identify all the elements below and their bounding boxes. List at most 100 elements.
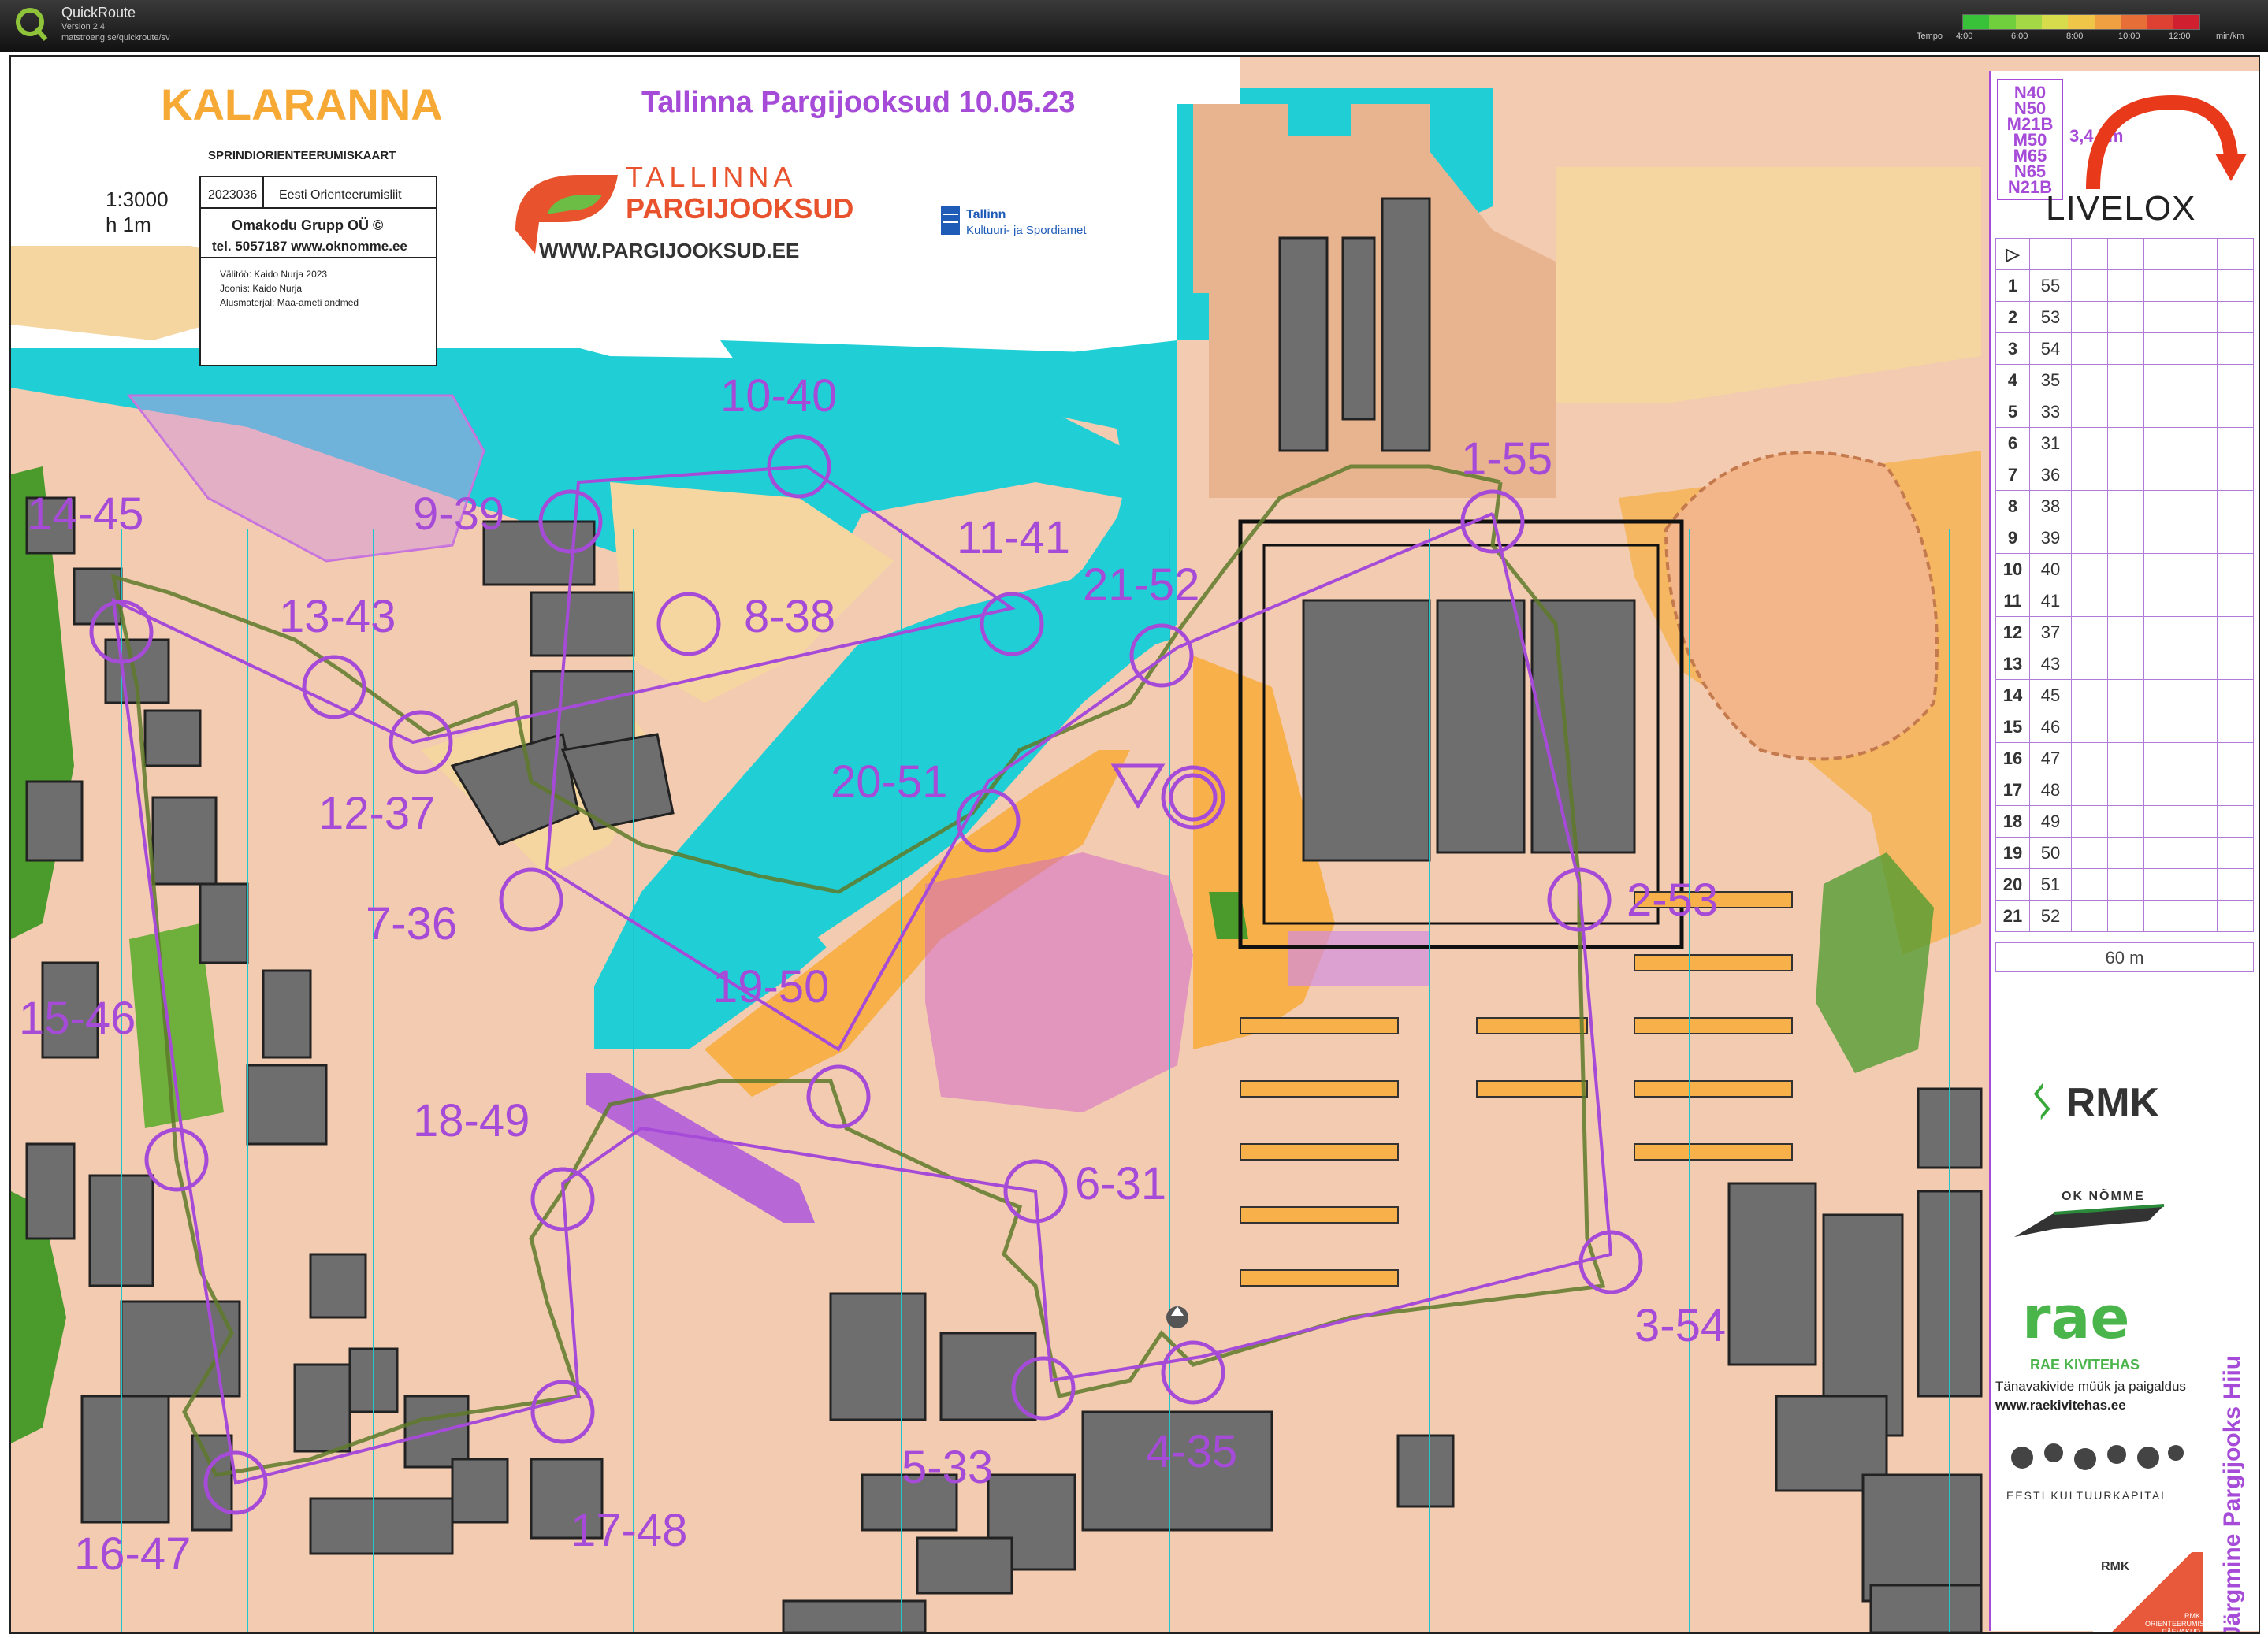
cd-code: 37 [2029, 616, 2072, 648]
cd-code: 47 [2029, 742, 2072, 774]
cd-number: 9 [1995, 522, 2030, 554]
tempo-tick: 4:00 [1956, 32, 1973, 41]
brand-top: TALLINNA [626, 161, 797, 193]
cd-start-row: ▷ [1995, 238, 2255, 270]
cd-number: 16 [1995, 742, 2030, 774]
control-label: 14-45 [27, 488, 143, 540]
control-label: 17-48 [571, 1505, 687, 1556]
rmk-small-text: RMK [2101, 1560, 2130, 1573]
cd-number: 17 [1995, 774, 2030, 806]
cd-code: 43 [2029, 648, 2072, 680]
control-label: 21-52 [1083, 559, 1199, 611]
rae-subtitle: RAE KIVITEHAS [2030, 1357, 2140, 1372]
cd-row: 6 31 [1995, 427, 2255, 459]
cd-row: 5 33 [1995, 396, 2255, 428]
cd-number: 4 [1995, 364, 2030, 396]
tempo-tick: 8:00 [2066, 32, 2084, 41]
cd-row: 13 43 [1995, 648, 2255, 680]
cd-row: 20 51 [1995, 868, 2255, 901]
start-icon: ▷ [1995, 238, 2030, 270]
kultuurkapital-text: EESTI KULTUURKAPITAL [2006, 1489, 2169, 1502]
cd-code: 38 [2029, 490, 2072, 522]
finish-row: 60 m [1995, 942, 2254, 972]
cd-row: 21 52 [1995, 900, 2255, 932]
map-scale: 1:3000 [106, 188, 169, 211]
ok-nomme-text: OK NÕMME [2062, 1190, 2145, 1203]
control-label: 12-37 [318, 788, 435, 839]
map-phone: tel. 5057187 www.oknomme.ee [212, 239, 407, 254]
next-event-text: Järgmine Pargijooks Hiiu [2219, 1354, 2245, 1634]
next-event-banner: Järgmine Pargijooks Hiiu [2219, 1300, 2251, 1634]
map-canvas[interactable]: KALARANNA SPRINDIORIENTEERUMISKAART 1:30… [11, 57, 2259, 1632]
rmk-day-text: RMK ORIENTEERUMIS PÄEVAKUD [2145, 1612, 2205, 1634]
course-classes-box: N40 N50 M21B M50 M65 N65 N21B [1997, 79, 2063, 200]
quickroute-logo-icon [16, 8, 48, 41]
control-label: 1-55 [1461, 433, 1552, 485]
cd-row: 11 41 [1995, 585, 2255, 617]
cd-row: 12 37 [1995, 616, 2255, 648]
cd-code: 48 [2029, 774, 2072, 806]
app-name: QuickRoute [61, 5, 136, 20]
cd-code: 46 [2029, 711, 2072, 743]
control-label: 18-49 [413, 1095, 530, 1146]
cd-row: 10 40 [1995, 553, 2255, 585]
brand-bottom: PARGIJOOKSUD [626, 192, 853, 225]
cd-code: 52 [2029, 900, 2072, 932]
rae-description: Tänavakivide müük ja paigaldus [1995, 1379, 2186, 1394]
rae-website: www.raekivitehas.ee [1995, 1398, 2126, 1413]
map-name: KALARANNA [161, 80, 443, 129]
orienteering-map[interactable]: KALARANNA SPRINDIORIENTEERUMISKAART 1:30… [9, 55, 2260, 1634]
cd-code: 50 [2029, 837, 2072, 869]
control-label: 10-40 [720, 370, 837, 422]
control-label: 8-38 [744, 591, 835, 642]
rmk-day-logo: RMK RMK ORIENTEERUMIS PÄEVAKUD [2093, 1552, 2205, 1634]
finish-distance: 60 m [2105, 948, 2144, 968]
cd-row: 8 38 [1995, 490, 2255, 522]
tempo-tick: 10:00 [2118, 32, 2140, 41]
cd-number: 3 [1995, 332, 2030, 365]
control-label: 6-31 [1075, 1158, 1166, 1209]
app-title-bar: QuickRoute Version 2.4 matstroeng.se/qui… [0, 0, 2268, 52]
cd-row: 17 48 [1995, 774, 2255, 806]
cd-number: 1 [1995, 269, 2030, 302]
tempo-tick: 12:00 [2169, 32, 2191, 41]
cd-code: 40 [2029, 553, 2072, 585]
cd-number: 14 [1995, 679, 2030, 711]
cd-row: 2 53 [1995, 301, 2255, 333]
cd-row: 15 46 [1995, 711, 2255, 743]
course-side-panel: N40 N50 M21B M50 M65 N65 N21B 3,4 km LIV… [1989, 71, 2259, 1634]
cd-row: 7 36 [1995, 459, 2255, 491]
cd-number: 15 [1995, 711, 2030, 743]
cd-number: 18 [1995, 805, 2030, 838]
website-text: WWW.PARGIJOOKSUD.EE [539, 239, 799, 262]
cd-row: 14 45 [1995, 679, 2255, 711]
cd-code: 53 [2029, 301, 2072, 333]
ok-nomme-logo: OK NÕMME [2006, 1190, 2180, 1245]
cd-code: 55 [2029, 269, 2072, 302]
app-url: matstroeng.se/quickroute/sv [61, 33, 170, 43]
map-credit-drawing: Joonis: Kaido Nurja [220, 283, 302, 294]
app-version: Version 2.4 [61, 22, 106, 32]
cd-code: 31 [2029, 427, 2072, 459]
cd-number: 8 [1995, 490, 2030, 522]
cd-row: 16 47 [1995, 742, 2255, 774]
cd-code: 51 [2029, 868, 2072, 901]
cd-code: 36 [2029, 459, 2072, 491]
cd-row: 4 35 [1995, 364, 2255, 396]
control-label: 2-53 [1627, 875, 1718, 926]
control-label: 13-43 [279, 591, 396, 642]
cd-row: 1 55 [1995, 269, 2255, 302]
map-federation: Eesti Orienteerumisliit [279, 188, 402, 202]
map-credit-source: Alusmaterjal: Maa-ameti andmed [220, 297, 359, 308]
control-label: 16-47 [74, 1528, 191, 1580]
control-label: 3-54 [1634, 1300, 1726, 1351]
city-name: Tallinn [966, 208, 1006, 221]
rmk-text: RMK [2065, 1080, 2160, 1126]
rmk-logo: ᛊ RMK [2030, 1080, 2160, 1126]
livelox-text: LIVELOX [2046, 189, 2196, 228]
cd-code: 45 [2029, 679, 2072, 711]
cd-number: 11 [1995, 585, 2030, 617]
cd-number: 20 [1995, 868, 2030, 901]
map-code: 2023036 [208, 188, 257, 202]
cd-code: 35 [2029, 364, 2072, 396]
